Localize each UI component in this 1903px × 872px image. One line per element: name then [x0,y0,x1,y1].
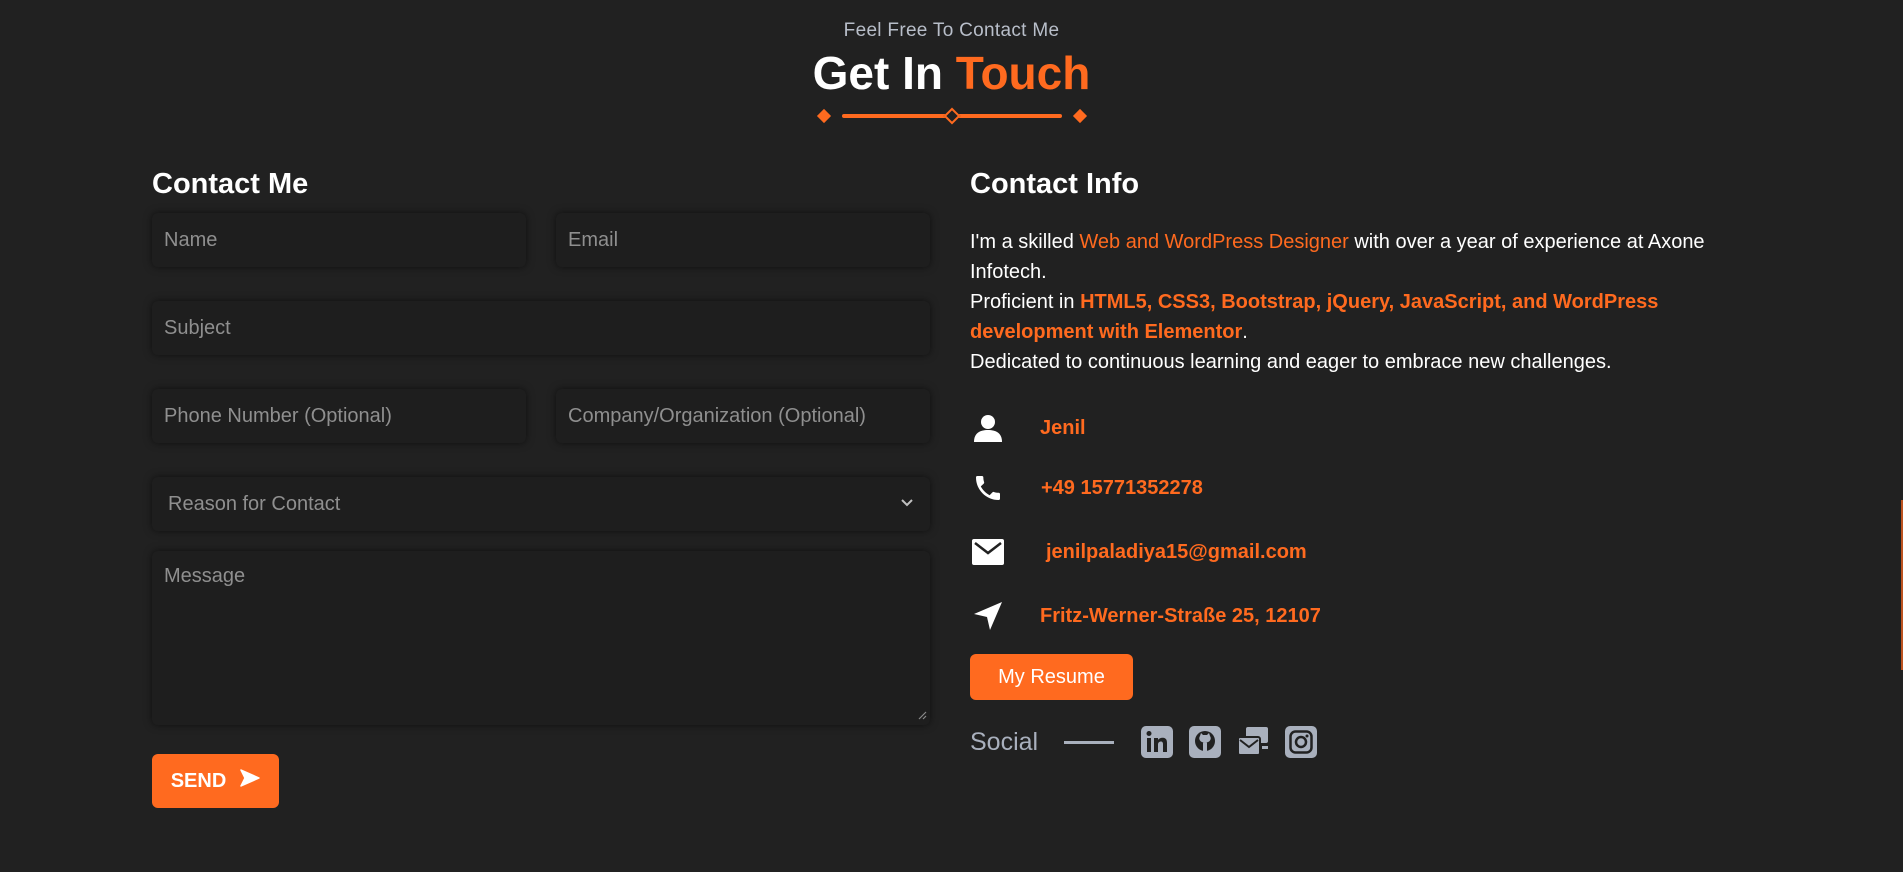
phone-placeholder: Phone Number (Optional) [164,404,392,427]
location-arrow-icon [970,598,1006,634]
email-input[interactable]: Email [556,213,930,267]
social-icons [1140,725,1318,759]
message-textarea[interactable]: Message [152,551,930,725]
subject-input[interactable]: Subject [152,301,930,355]
section-eyebrow: Feel Free To Contact Me [843,20,1060,41]
send-button[interactable]: SEND [152,754,279,808]
bio-2b: . [1242,321,1248,343]
reason-selected-value: Reason for Contact [168,492,341,515]
mail-bulk-icon[interactable] [1236,725,1270,759]
divider-diamond-center [943,107,960,125]
resume-button[interactable]: My Resume [970,654,1133,700]
resize-handle-icon[interactable] [917,709,927,723]
name-placeholder: Name [164,228,218,251]
instagram-icon[interactable] [1284,725,1318,759]
phone-input[interactable]: Phone Number (Optional) [152,389,526,443]
info-phone[interactable]: +49 15771352278 [1041,477,1203,500]
reason-select[interactable]: Reason for Contact [152,477,930,531]
title-accent: Touch [955,47,1091,99]
email-placeholder: Email [568,228,619,251]
send-label: SEND [170,769,227,792]
info-address-row: Fritz-Werner-Straße 25, 12107 [970,598,1321,634]
name-input[interactable]: Name [152,213,526,267]
linkedin-icon[interactable] [1140,725,1174,759]
info-email-row: jenilpaladiya15@gmail.com [970,534,1307,570]
envelope-icon [970,534,1006,570]
section-header: Feel Free To Contact Me Get In Touch [0,20,1903,125]
social-divider-line [1064,740,1115,744]
bio-1a: I'm a skilled [970,231,1080,253]
contact-form-heading: Contact Me [152,168,309,200]
info-address: Fritz-Werner-Straße 25, 12107 [1040,604,1321,627]
bio-line-1: I'm a skilled Web and WordPress Designer… [970,227,1760,287]
title-divider [816,107,1087,125]
user-icon [970,410,1006,446]
social-row: Social [970,725,1318,759]
phone-icon [970,470,1006,506]
section-title: Get In Touch [0,46,1903,100]
contact-form: Contact Me Name Email Subject Phone Numb… [152,168,930,808]
divider-diamond-left [816,108,831,124]
title-plain: Get In [812,47,943,99]
contact-info: Contact Info I'm a skilled Web and WordP… [970,168,1760,758]
bio-1-highlight: Web and WordPress Designer [1079,231,1349,253]
contact-info-heading: Contact Info [970,168,1140,200]
bio-line-3: Dedicated to continuous learning and eag… [970,351,1612,373]
company-placeholder: Company/Organization (Optional) [568,404,866,427]
subject-placeholder: Subject [164,316,231,339]
message-placeholder: Message [164,565,246,587]
bio-text: I'm a skilled Web and WordPress Designer… [970,227,1760,377]
social-label: Social [970,727,1039,756]
company-input[interactable]: Company/Organization (Optional) [556,389,930,443]
info-name-row: Jenil [970,410,1086,446]
info-phone-row: +49 15771352278 [970,470,1203,506]
send-arrow-icon [240,769,261,793]
info-email[interactable]: jenilpaladiya15@gmail.com [1046,541,1307,564]
bio-2a: Proficient in [970,291,1081,313]
info-name: Jenil [1040,416,1086,439]
bio-line-2: Proficient in HTML5, CSS3, Bootstrap, jQ… [970,287,1760,347]
github-icon[interactable] [1188,725,1222,759]
divider-diamond-right [1072,108,1087,124]
chevron-down-icon [900,495,914,513]
